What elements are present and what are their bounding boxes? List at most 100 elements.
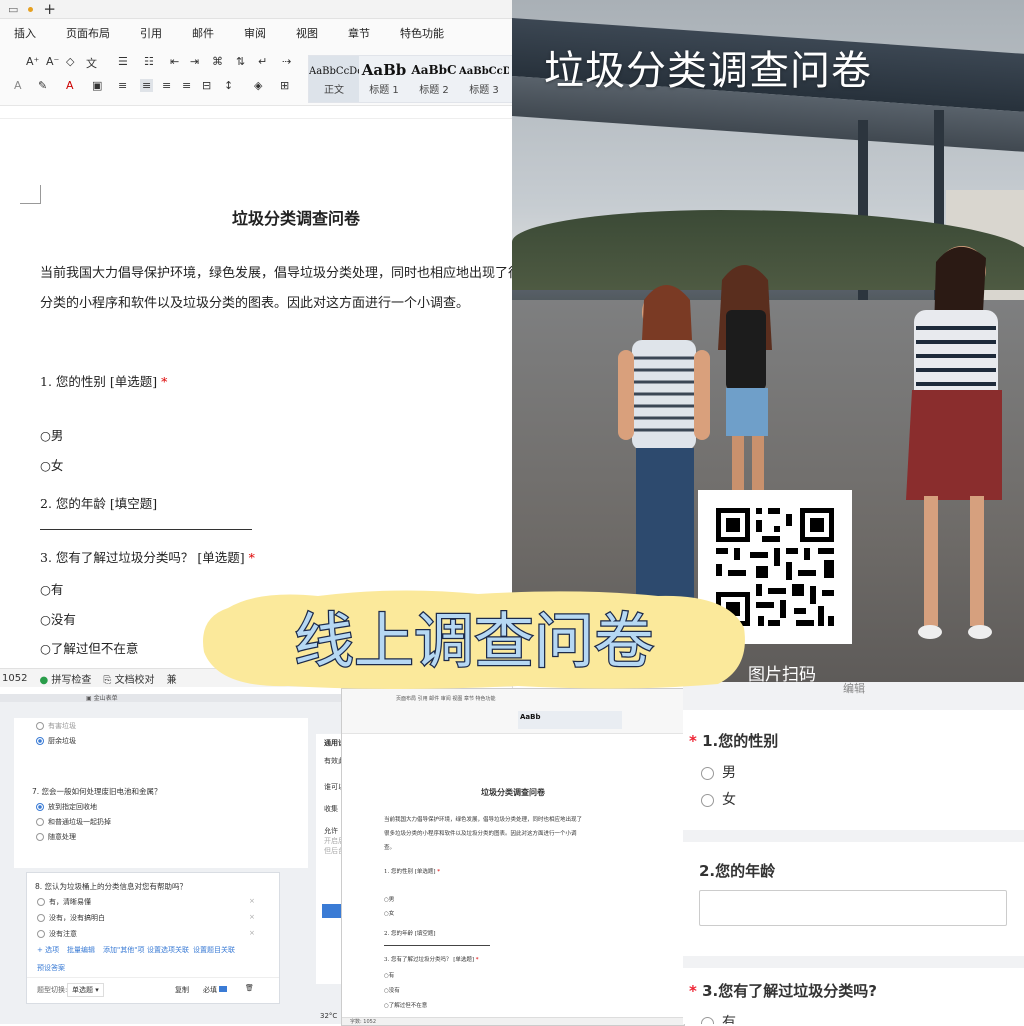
number-list-icon[interactable]: ☷: [144, 55, 154, 68]
phonetic-icon[interactable]: 文: [86, 55, 97, 71]
align-left-icon[interactable]: ≡: [118, 79, 127, 92]
required-mark: *: [437, 869, 441, 875]
m-question-1: * 1.您的性别 男 女: [683, 710, 1024, 830]
radio-icon: [37, 930, 45, 938]
menu-page-layout[interactable]: 页面布局: [52, 25, 126, 41]
shading-icon[interactable]: ◈: [254, 79, 262, 92]
style-heading-3[interactable]: AaBbCcD 标题 3: [459, 56, 509, 102]
shrink-font-icon[interactable]: A⁻: [46, 55, 59, 68]
mini-ribbon: 页面布局 引用 邮件 审阅 视图 章节 特色功能 AaBb: [342, 689, 684, 734]
doc2-para-line: 很多垃圾分类的小程序和软件以及垃圾分类的图表。因此对这方面进行一个小调: [384, 831, 577, 837]
m-q1-option-male[interactable]: 男: [701, 762, 736, 782]
indent-icon[interactable]: ⇥: [190, 55, 199, 68]
q8-option[interactable]: 没有，没有搞明白: [37, 913, 105, 923]
q7-option[interactable]: 随意处理: [36, 832, 76, 842]
grow-font-icon[interactable]: A⁺: [26, 55, 39, 68]
style-sample: AaBbCcD: [459, 66, 509, 77]
q1-option-male: ○男: [40, 428, 64, 443]
option-link-setting[interactable]: 设置选项关联: [147, 945, 189, 955]
chinese-layout-icon[interactable]: ⌘: [212, 55, 223, 68]
question-card-6[interactable]: 有害垃圾 厨余垃圾: [14, 718, 308, 778]
m-q1-option-female[interactable]: 女: [701, 789, 736, 809]
editor-tab-strip: ▣ 金山表单: [0, 694, 345, 702]
m-question-3: * 3.您有了解过垃圾分类吗? 有: [683, 968, 1024, 1024]
radio-icon: [36, 833, 44, 841]
q8-option[interactable]: 没有注意: [37, 929, 77, 939]
menu-chapter[interactable]: 章节: [334, 25, 386, 41]
style-sample: AaBbCcDd: [309, 66, 359, 77]
radio-icon: [701, 1016, 714, 1024]
show-marks-icon[interactable]: ↵: [258, 55, 267, 68]
tab-icon[interactable]: ⇢: [282, 55, 291, 68]
batch-edit-link[interactable]: 批量编辑: [67, 945, 95, 955]
document-page[interactable]: 垃圾分类调查问卷 当前我国大力倡导保护环境，绿色发展，倡导垃圾分类处理，同时也相…: [0, 118, 512, 669]
option-label: 放到指定回收地: [48, 803, 97, 811]
question-card-8[interactable]: 8. 您认为垃圾桶上的分类信息对您有帮助吗？ 有，清晰易懂 没有，没有搞明白 没…: [26, 872, 280, 1004]
text-effect-icon[interactable]: A: [14, 79, 22, 92]
fill-blank-line: [40, 529, 252, 530]
delete-option-icon[interactable]: ×: [249, 913, 255, 921]
doc2-para-line: 当前我国大力倡导保护环境，绿色发展，倡导垃圾分类处理，同时也相应地出现了: [384, 817, 583, 823]
menu-review[interactable]: 审阅: [230, 25, 282, 41]
sidebar-item[interactable]: 收集: [324, 804, 338, 814]
align-right-icon[interactable]: ≡: [162, 79, 171, 92]
m-q1-title: * 1.您的性别: [689, 730, 778, 751]
font-color-icon[interactable]: A: [66, 79, 74, 92]
borders-icon[interactable]: ⊞: [280, 79, 289, 92]
doc2-q3: 3. 您有了解过垃圾分类吗？ [单选题] *: [384, 955, 479, 963]
spell-check[interactable]: ● 拼写检查: [39, 671, 91, 686]
edit-label[interactable]: 编辑: [843, 682, 865, 696]
outdent-icon[interactable]: ⇤: [170, 55, 179, 68]
q7-option[interactable]: 放到指定回收地: [36, 802, 97, 812]
distribute-icon[interactable]: ⊟: [202, 79, 211, 92]
sticker-text: 线上调查问卷: [294, 607, 654, 677]
delete-option-icon[interactable]: ×: [249, 897, 255, 905]
option-kitchen: 厨余垃圾: [36, 736, 76, 746]
question-card-7[interactable]: 7. 您会一般如何处理废旧电池和金属？ 放到指定回收地 和普通垃圾一起扔掉 随意…: [14, 778, 308, 868]
radio-icon: [36, 818, 44, 826]
line-spacing-icon[interactable]: ↕: [224, 79, 233, 92]
style-heading-2[interactable]: AaBbC 标题 2: [409, 56, 459, 102]
question-text: 3. 您有了解过垃圾分类吗？ [单选题]: [40, 550, 245, 565]
m-q3-option-yes[interactable]: 有: [701, 1012, 736, 1024]
doc-proofread[interactable]: ⎘ 文档校对: [103, 671, 154, 686]
style-heading-1[interactable]: AaBb 标题 1: [359, 56, 409, 102]
align-center-icon[interactable]: ≡: [140, 79, 154, 92]
app-tab[interactable]: ▣ 金山表单: [86, 694, 118, 702]
spell-check-label: 拼写检查: [51, 674, 92, 686]
trash-icon[interactable]: 🗑: [245, 984, 254, 992]
copy-button[interactable]: 复制: [175, 985, 189, 995]
style-normal[interactable]: AaBbCcDd 正文: [309, 56, 359, 102]
menu-special[interactable]: 特色功能: [386, 25, 460, 41]
delete-option-icon[interactable]: ×: [249, 929, 255, 937]
doc2-q3-option: ○了解过但不在意: [384, 1003, 428, 1009]
q8-option[interactable]: 有，清晰易懂: [37, 897, 91, 907]
compat-mode[interactable]: 兼: [167, 671, 177, 686]
type-select[interactable]: 单选题 ▾: [67, 983, 104, 997]
word-count[interactable]: 1052: [2, 673, 27, 684]
doc2-word-count[interactable]: 字数: 1052: [350, 1019, 376, 1025]
menu-insert[interactable]: 插入: [0, 25, 52, 41]
sort-icon[interactable]: ⇅: [236, 55, 245, 68]
q7-option[interactable]: 和普通垃圾一起扔掉: [36, 817, 111, 827]
preset-answer-link[interactable]: 预设答案: [37, 963, 65, 973]
sidebar-item[interactable]: 允许: [324, 826, 338, 836]
menu-view[interactable]: 视图: [282, 25, 334, 41]
question-link-setting[interactable]: 设置题目关联: [193, 945, 235, 955]
add-option-link[interactable]: + 选项: [37, 945, 59, 955]
age-input[interactable]: [699, 890, 1007, 926]
justify-icon[interactable]: ≡: [182, 79, 191, 92]
bullet-list-icon[interactable]: ☰: [118, 55, 128, 68]
scan-hint: 图片扫码: [748, 665, 816, 682]
style-sample: AaBbC: [411, 63, 457, 77]
char-border-icon[interactable]: ▣: [92, 79, 102, 92]
menu-references[interactable]: 引用: [126, 25, 178, 41]
title-bar: ▭ +: [0, 0, 512, 19]
menu-mailings[interactable]: 邮件: [178, 25, 230, 41]
required-toggle[interactable]: 必填: [203, 985, 228, 995]
weather-temp: 32°C: [320, 1012, 338, 1020]
clear-format-icon[interactable]: ◇: [66, 55, 74, 68]
new-tab-button[interactable]: +: [43, 0, 56, 18]
add-other-link[interactable]: 添加"其他"项: [103, 945, 144, 955]
highlight-icon[interactable]: ✎: [38, 79, 47, 92]
